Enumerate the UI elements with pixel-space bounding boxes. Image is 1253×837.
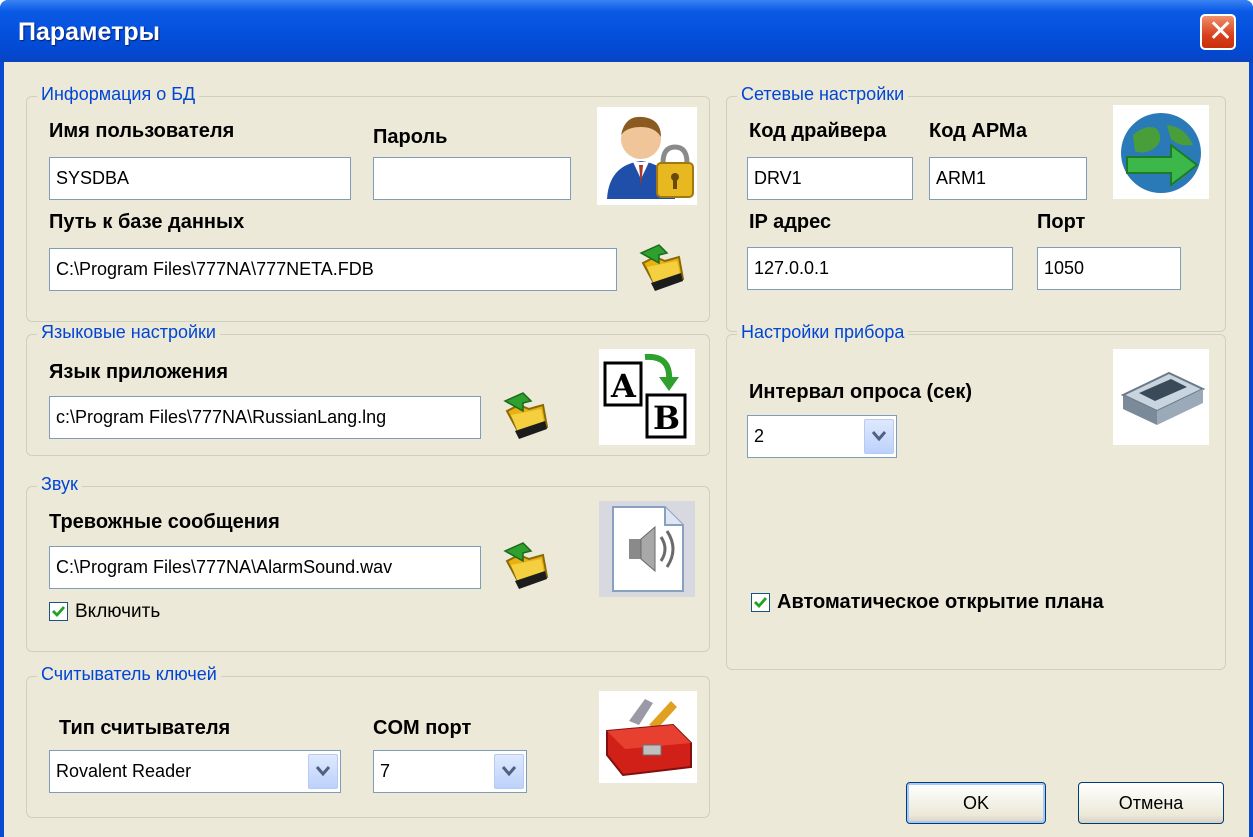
com-port-value: 7 [380,761,391,781]
checkmark-icon [52,606,66,618]
arm-code-label: Код АРМа [929,120,1027,142]
password-input[interactable] [373,157,571,200]
reader-type-dropdown-button[interactable] [308,754,338,789]
translate-icon: A B [599,349,695,445]
poll-interval-label: Интервал опроса (сек) [749,381,973,403]
alarm-sound-input[interactable]: C:\Program Files\777NA\AlarmSound.wav [49,546,481,589]
globe-network-icon [1113,105,1209,199]
driver-code-input[interactable]: DRV1 [747,157,913,200]
user-input[interactable]: SYSDBA [49,157,351,200]
device-icon [1113,349,1209,445]
ip-address-label: IP адрес [749,211,832,233]
cancel-button[interactable]: Отмена [1078,782,1224,824]
window-title: Параметры [18,18,160,46]
close-icon: ✕ [1208,15,1234,48]
alarm-browse-button[interactable] [501,541,551,591]
folder-open-icon [503,542,549,589]
db-info-legend: Информация о БД [37,84,200,105]
db-path-label: Путь к базе данных [49,211,245,233]
com-port-dropdown-button[interactable] [494,754,524,789]
alarm-label: Тревожные сообщения [49,511,280,533]
svg-text:A: A [610,367,637,405]
checkmark-icon [754,597,768,609]
db-path-input[interactable]: C:\Program Files\777NA\777NETA.FDB [49,248,617,291]
device-group: Настройки прибора Интервал опроса (сек) … [726,322,1226,670]
key-reader-legend: Считыватель ключей [37,664,221,685]
poll-interval-value: 2 [754,426,765,446]
reader-type-label: Тип считывателя [59,717,231,739]
port-input[interactable]: 1050 [1037,247,1181,290]
arm-code-input[interactable]: ARM1 [929,157,1087,200]
user-label: Имя пользователя [49,120,235,142]
enable-sound-label[interactable]: Включить [75,601,160,623]
language-group: Языковые настройки Язык приложения c:\Pr… [26,322,710,456]
ok-button[interactable]: OK [906,782,1046,824]
title-bar[interactable]: Параметры ✕ [0,0,1253,62]
ip-address-input[interactable]: 127.0.0.1 [747,247,1013,290]
reader-type-value: Rovalent Reader [56,761,192,781]
driver-code-label: Код драйвера [749,120,887,142]
network-group: Сетевые настройки Код драйвера DRV1 Код … [726,84,1226,332]
db-info-group: Информация о БД Имя пользователя SYSDBA … [26,84,710,322]
folder-open-icon [503,392,549,439]
key-reader-group: Считыватель ключей Тип считывателя Roval… [26,664,710,818]
language-browse-button[interactable] [501,391,551,441]
chevron-down-icon [315,766,331,777]
folder-open-icon [639,244,685,291]
network-legend: Сетевые настройки [737,84,909,105]
db-path-browse-button[interactable] [637,243,687,293]
password-label: Пароль [373,126,448,148]
language-legend: Языковые настройки [37,322,220,343]
poll-interval-dropdown-button[interactable] [864,419,894,454]
auto-open-plan-checkbox[interactable] [751,593,770,612]
sound-legend: Звук [37,474,82,495]
app-language-label: Язык приложения [49,361,229,383]
close-button[interactable]: ✕ [1200,14,1236,50]
sound-file-icon [599,501,695,597]
com-port-select[interactable]: 7 [373,750,527,793]
chevron-down-icon [501,766,517,777]
settings-window: Параметры ✕ Информация о БД Имя пользова… [0,0,1253,837]
port-label: Порт [1037,211,1086,233]
chevron-down-icon [871,431,887,442]
poll-interval-select[interactable]: 2 [747,415,897,458]
user-lock-icon [597,107,697,205]
auto-open-plan-label[interactable]: Автоматическое открытие плана [777,591,1104,614]
app-language-input[interactable]: c:\Program Files\777NA\RussianLang.lng [49,396,481,439]
enable-sound-checkbox[interactable] [49,602,68,621]
sound-group: Звук Тревожные сообщения C:\Program File… [26,474,710,652]
dialog-body: Информация о БД Имя пользователя SYSDBA … [4,62,1249,837]
toolbox-icon [599,691,697,783]
com-port-label: COM порт [373,717,472,739]
device-legend: Настройки прибора [737,322,909,343]
svg-text:B: B [653,399,680,437]
reader-type-select[interactable]: Rovalent Reader [49,750,341,793]
